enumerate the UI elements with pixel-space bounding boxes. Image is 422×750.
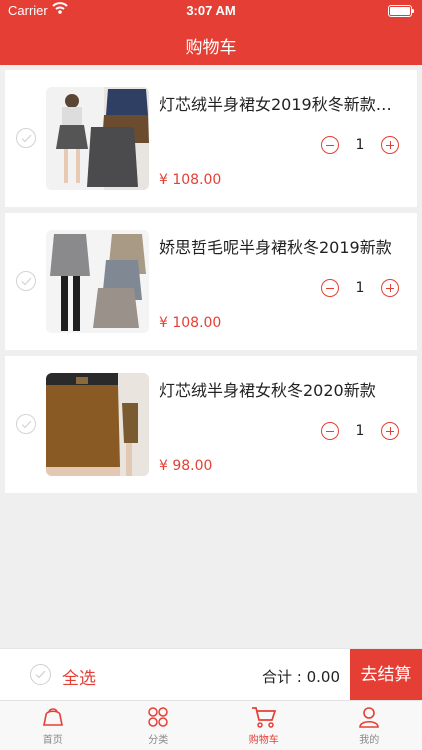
tab-label: 首页	[42, 735, 63, 746]
tab-label: 分类	[148, 735, 169, 746]
checkout-bar: 全选 合计 : 0.00 去结算	[0, 648, 422, 701]
product-image[interactable]	[46, 230, 149, 333]
check-icon	[21, 134, 32, 143]
quantity-value: 1	[355, 423, 365, 439]
increment-button[interactable]	[381, 136, 399, 154]
category-icon	[148, 707, 168, 727]
item-checkbox[interactable]	[16, 128, 36, 148]
quantity-stepper: 1	[321, 422, 399, 440]
clock: 3:07 AM	[186, 3, 236, 18]
select-all-label[interactable]: 全选	[62, 664, 96, 689]
decrement-button[interactable]	[321, 136, 339, 154]
checkout-button[interactable]: 去结算	[350, 649, 422, 701]
quantity-stepper: 1	[321, 279, 399, 297]
battery-icon	[388, 5, 414, 17]
quantity-value: 1	[355, 280, 365, 296]
tab-cart[interactable]: 购物车	[211, 701, 317, 750]
product-name[interactable]: 娇思哲毛呢半身裙秋冬2019新款	[159, 234, 399, 258]
tab-category[interactable]: 分类	[106, 701, 212, 750]
cart-item: 灯芯绒半身裙女2019秋冬新款高腰a字 1 ¥ 108.00	[5, 70, 417, 207]
check-icon	[21, 420, 32, 429]
decrement-button[interactable]	[321, 279, 339, 297]
product-name[interactable]: 灯芯绒半身裙女2019秋冬新款高腰a字	[159, 91, 399, 115]
quantity-stepper: 1	[321, 136, 399, 154]
select-all-checkbox[interactable]	[30, 664, 51, 685]
cart-item: 灯芯绒半身裙女秋冬2020新款 1 ¥ 98.00	[5, 356, 417, 493]
nav-bar: Carrier 3:07 AM 购物车	[0, 0, 422, 65]
product-image[interactable]	[46, 373, 149, 476]
quantity-value: 1	[355, 137, 365, 153]
cart-list: 灯芯绒半身裙女2019秋冬新款高腰a字 1 ¥ 108.00 娇思哲毛呢半身裙秋…	[5, 70, 417, 499]
profile-icon	[359, 707, 380, 728]
tab-profile[interactable]: 我的	[317, 701, 422, 750]
check-icon	[35, 670, 46, 679]
product-image[interactable]	[46, 87, 149, 190]
tab-label: 购物车	[248, 735, 279, 746]
product-price: ¥ 108.00	[159, 315, 222, 331]
product-price: ¥ 108.00	[159, 172, 222, 188]
item-checkbox[interactable]	[16, 414, 36, 434]
tab-label: 我的	[359, 735, 380, 746]
total-amount: 合计 : 0.00	[262, 668, 340, 686]
cart-icon	[251, 707, 276, 728]
product-price: ¥ 98.00	[159, 458, 213, 474]
increment-button[interactable]	[381, 422, 399, 440]
cart-item: 娇思哲毛呢半身裙秋冬2019新款 1 ¥ 108.00	[5, 213, 417, 350]
increment-button[interactable]	[381, 279, 399, 297]
product-name[interactable]: 灯芯绒半身裙女秋冬2020新款	[159, 377, 399, 401]
home-icon	[42, 708, 63, 726]
decrement-button[interactable]	[321, 422, 339, 440]
tab-bar: 首页 分类 购物车 我的	[0, 700, 422, 750]
tab-home[interactable]: 首页	[0, 701, 106, 750]
check-icon	[21, 277, 32, 286]
item-checkbox[interactable]	[16, 271, 36, 291]
page-title: 购物车	[185, 38, 237, 58]
status-bar: Carrier 3:07 AM	[0, 0, 422, 22]
